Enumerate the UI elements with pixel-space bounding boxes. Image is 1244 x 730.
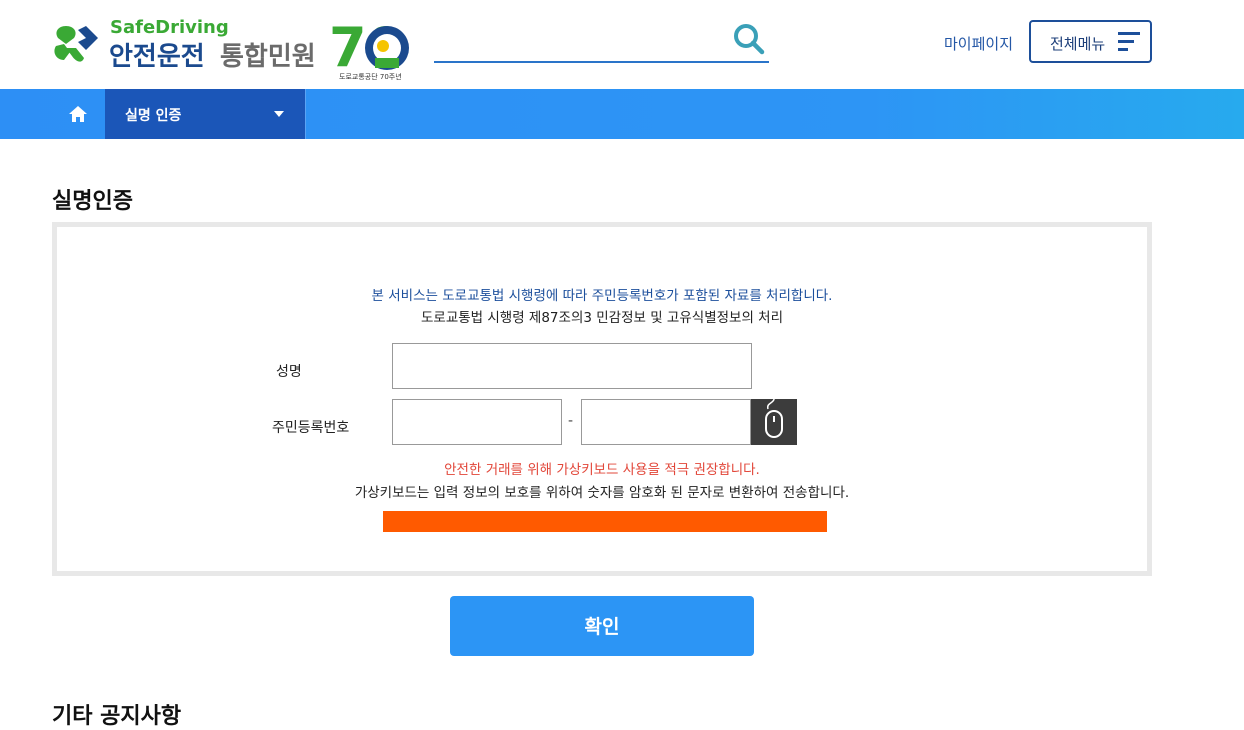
all-menu-label: 전체메뉴 xyxy=(1050,35,1106,53)
rrn-front-field[interactable] xyxy=(392,399,562,445)
rrn-label: 주민등록번호 xyxy=(272,420,350,436)
virtual-keyboard-button[interactable] xyxy=(751,399,797,445)
page-title: 실명인증 xyxy=(52,189,133,214)
search-icon xyxy=(734,24,765,55)
anniversary-caption: 도로교통공단 70주년 xyxy=(339,73,402,81)
verification-panel: 본 서비스는 도로교통법 시행령에 따라 주민등록번호가 포함된 자료를 처리합… xyxy=(52,222,1152,576)
logo-service-name: 통합민원 xyxy=(220,42,316,72)
search-input[interactable] xyxy=(434,22,724,60)
rrn-separator: - xyxy=(568,413,574,429)
confirm-button[interactable]: 확인 xyxy=(450,596,754,656)
rrn-back-field[interactable] xyxy=(581,399,751,445)
clover-logo-icon xyxy=(54,26,98,62)
mouse-icon xyxy=(765,399,783,438)
home-button[interactable] xyxy=(52,89,105,139)
status-bar xyxy=(383,511,827,532)
home-icon xyxy=(69,106,87,122)
mypage-link[interactable]: 마이페이지 xyxy=(944,33,1013,54)
hamburger-icon xyxy=(1118,32,1140,51)
breadcrumb-navbar: 실명 인증 xyxy=(0,89,1244,139)
logo-brand-en: SafeDriving xyxy=(110,17,229,38)
site-logo[interactable]: SafeDriving 안전운전 통합민원 70 도로교통공단 70주년 xyxy=(52,16,414,84)
breadcrumb-dropdown[interactable]: 실명 인증 xyxy=(105,89,306,139)
notice-line-2: 도로교통법 시행령 제87조의3 민감정보 및 고유식별정보의 처리 xyxy=(420,310,783,326)
search-bar xyxy=(434,22,769,63)
keyboard-info: 가상키보드는 입력 정보의 보호를 위하여 숫자를 암호화 된 문자로 변환하여… xyxy=(354,485,850,501)
breadcrumb-label: 실명 인증 xyxy=(125,108,182,124)
confirm-label: 확인 xyxy=(584,616,620,638)
chevron-down-icon xyxy=(274,111,284,117)
all-menu-button[interactable]: 전체메뉴 xyxy=(1029,20,1152,63)
notice-line-1: 본 서비스는 도로교통법 시행령에 따라 주민등록번호가 포함된 자료를 처리합… xyxy=(371,288,833,304)
name-label: 성명 xyxy=(276,364,302,380)
search-button[interactable] xyxy=(731,22,767,58)
keyboard-warning: 안전한 거래를 위해 가상키보드 사용을 적극 권장합니다. xyxy=(444,462,760,478)
name-field[interactable] xyxy=(392,343,752,389)
logo-brand-ko: 안전운전 xyxy=(109,42,205,72)
site-header: SafeDriving 안전운전 통합민원 70 도로교통공단 70주년 마이페… xyxy=(0,0,1244,89)
etc-notice-title: 기타 공지사항 xyxy=(52,704,182,729)
